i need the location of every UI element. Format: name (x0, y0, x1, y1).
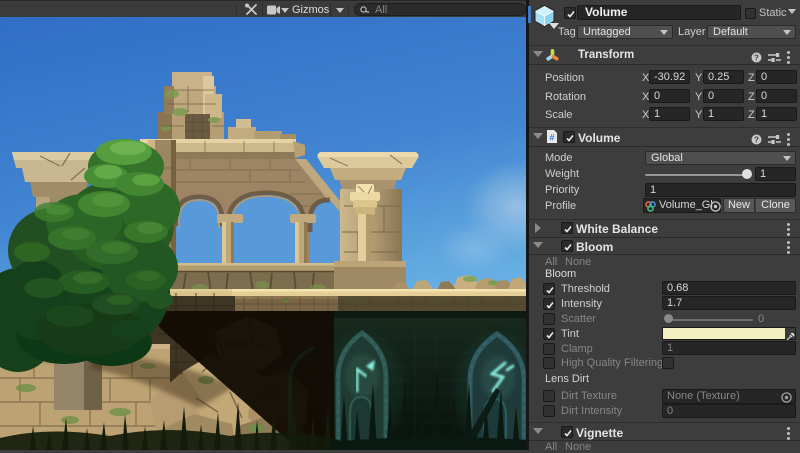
svg-text:?: ? (754, 135, 759, 144)
svg-text:#: # (549, 133, 554, 143)
svg-text:?: ? (754, 53, 759, 62)
